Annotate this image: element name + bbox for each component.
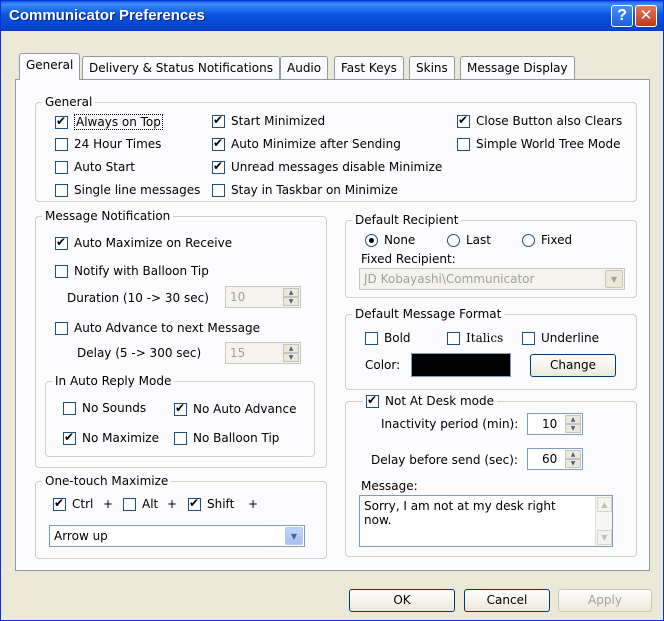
auto-start-checkbox[interactable]: Auto Start [55, 160, 135, 174]
chevron-down-icon[interactable]: ▼ [605, 270, 623, 288]
maximize-key-select[interactable]: Arrow up ▼ [49, 525, 305, 547]
ok-button[interactable]: OK [349, 589, 455, 612]
close-icon[interactable]: ✕ [635, 5, 657, 27]
message-notification-title: Message Notification [42, 209, 174, 223]
single-line-messages-checkbox[interactable]: Single line messages [55, 183, 200, 197]
no-balloon-tip-checkbox[interactable]: No Balloon Tip [174, 431, 279, 445]
inactivity-label: Inactivity period (min): [381, 417, 519, 431]
stay-in-taskbar-checkbox[interactable]: Stay in Taskbar on Minimize [212, 183, 398, 197]
delay-spinner[interactable]: 15 ▲ ▼ [225, 342, 301, 364]
shift-checkbox[interactable]: Shift [188, 496, 234, 511]
apply-button[interactable]: Apply [558, 589, 652, 612]
default-message-format-group: Default Message Format [345, 307, 637, 390]
auto-minimize-checkbox[interactable]: Auto Minimize after Sending [212, 136, 401, 151]
italics-checkbox[interactable]: Italics [447, 331, 503, 345]
chevron-down-icon[interactable]: ▼ [285, 527, 303, 545]
no-auto-advance-checkbox[interactable]: No Auto Advance [174, 401, 296, 416]
no-maximize-checkbox[interactable]: No Maximize [63, 430, 159, 445]
default-recipient-title: Default Recipient [352, 213, 462, 227]
inactivity-spinner[interactable]: 10 ▲ ▼ [527, 413, 583, 435]
close-button-clears-checkbox[interactable]: Close Button also Clears [457, 113, 622, 128]
no-sounds-checkbox[interactable]: No Sounds [63, 401, 146, 415]
help-icon[interactable]: ? [611, 5, 633, 27]
tab-fast-keys[interactable]: Fast Keys [334, 56, 404, 79]
delay-before-send-label: Delay before send (sec): [371, 453, 518, 467]
scroll-down-icon[interactable]: ▼ [597, 530, 612, 545]
tab-general[interactable]: General [19, 53, 81, 80]
message-format-title: Default Message Format [352, 307, 505, 321]
color-label: Color: [365, 358, 401, 372]
auto-reply-group: In Auto Reply Mode [45, 374, 315, 457]
simple-world-tree-checkbox[interactable]: Simple World Tree Mode [457, 137, 621, 151]
fixed-recipient-select[interactable]: JD Kobayashi\Communicator ▼ [359, 268, 625, 290]
unread-disable-minimize-checkbox[interactable]: Unread messages disable Minimize [212, 159, 442, 174]
delay-before-send-spinner[interactable]: 60 ▲ ▼ [527, 448, 583, 470]
cancel-button[interactable]: Cancel [464, 589, 550, 612]
start-minimized-checkbox[interactable]: Start Minimized [212, 113, 325, 128]
auto-maximize-checkbox[interactable]: Auto Maximize on Receive [55, 235, 232, 250]
tab-delivery-status[interactable]: Delivery & Status Notifications [82, 56, 280, 79]
auto-advance-checkbox[interactable]: Auto Advance to next Message [55, 321, 260, 335]
window-title: Communicator Preferences [9, 7, 205, 24]
duration-spinner[interactable]: 10 ▲ ▼ [225, 286, 301, 308]
recipient-last-radio[interactable]: Last [447, 233, 491, 247]
message-label: Message: [361, 479, 418, 493]
always-on-top-checkbox[interactable]: Always on Top [55, 114, 163, 130]
color-swatch [411, 353, 511, 377]
away-message-textarea[interactable]: Sorry, I am not at my desk right now. ▲ … [359, 495, 613, 547]
one-touch-title: One-touch Maximize [42, 474, 172, 488]
alt-checkbox[interactable]: Alt [123, 497, 158, 511]
delay-label: Delay (5 -> 300 sec) [77, 346, 202, 360]
scroll-up-icon[interactable]: ▲ [597, 497, 612, 512]
tab-message-display[interactable]: Message Display [460, 56, 575, 79]
change-color-button[interactable]: Change [530, 354, 616, 377]
message-scrollbar[interactable]: ▲ ▼ [595, 496, 612, 546]
recipient-none-radio[interactable]: None [365, 233, 415, 247]
plus-sign: + [103, 497, 114, 511]
24-hour-times-checkbox[interactable]: 24 Hour Times [55, 137, 161, 151]
general-group-title: General [42, 95, 96, 109]
auto-reply-title: In Auto Reply Mode [52, 374, 175, 388]
bold-checkbox[interactable]: Bold [365, 331, 411, 345]
plus-sign: + [167, 497, 178, 511]
plus-sign: + [248, 497, 259, 511]
ctrl-checkbox[interactable]: Ctrl [53, 496, 93, 511]
underline-checkbox[interactable]: Underline [522, 331, 599, 345]
recipient-fixed-radio[interactable]: Fixed [522, 233, 572, 247]
tab-skins[interactable]: Skins [409, 56, 455, 79]
fixed-recipient-label: Fixed Recipient: [361, 252, 456, 266]
duration-label: Duration (10 -> 30 sec) [67, 291, 209, 305]
balloon-tip-checkbox[interactable]: Notify with Balloon Tip [55, 264, 209, 278]
tab-audio[interactable]: Audio [280, 56, 329, 79]
preferences-window: Communicator Preferences ? ✕ General Del… [0, 0, 664, 621]
title-bar[interactable]: Communicator Preferences ? ✕ [1, 1, 663, 31]
one-touch-maximize-group: One-touch Maximize [35, 474, 327, 559]
not-at-desk-checkbox[interactable]: Not At Desk mode [363, 393, 498, 408]
